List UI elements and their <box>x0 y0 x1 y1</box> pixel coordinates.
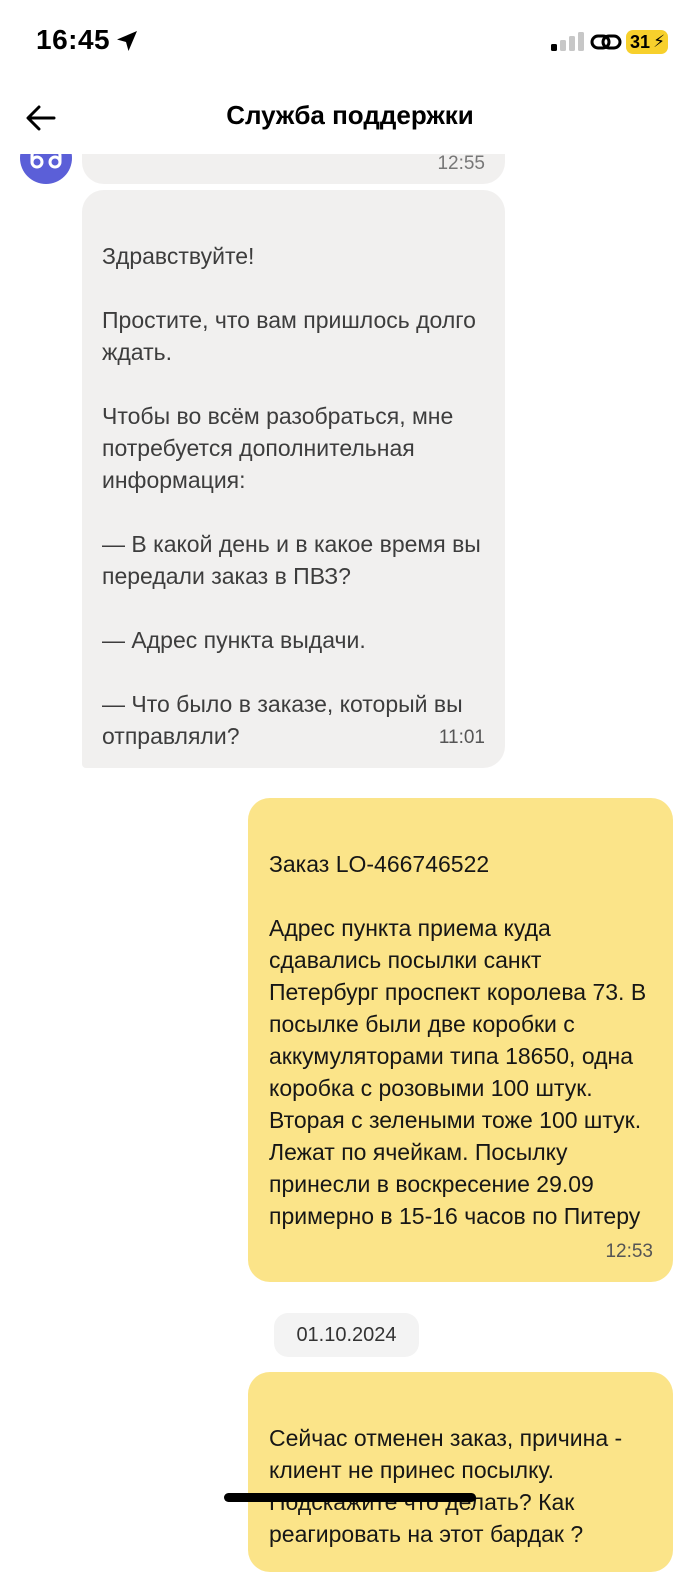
message-bubble-outgoing: Сейчас отменен заказ, причина - клиент н… <box>248 1372 673 1572</box>
message-bubble-outgoing: Заказ LO-466746522 Адрес пункта приема к… <box>248 798 673 1282</box>
personal-hotspot-icon <box>590 34 622 50</box>
message-bubble-incoming: Здравствуйте! Простите, что вам пришлось… <box>82 190 505 768</box>
date-separator: 01.10.2024 <box>274 1313 419 1357</box>
message-text: Заказ LO-466746522 Адрес пункта приема к… <box>269 851 647 1229</box>
charging-bolt-icon: ⚡ <box>653 32 665 51</box>
status-bar: 16:45 31 ⚡ <box>0 0 700 90</box>
battery-indicator: 31 ⚡ <box>626 30 668 54</box>
location-arrow-icon <box>117 31 137 51</box>
cellular-signal-icon <box>551 32 585 51</box>
message-time: 11:01 <box>438 727 485 748</box>
home-indicator[interactable] <box>224 1493 476 1502</box>
page-title: Служба поддержки <box>226 100 474 130</box>
message-text: Сейчас отменен заказ, причина - клиент н… <box>269 1425 623 1547</box>
status-time: 16:45 <box>36 24 111 55</box>
chat-header: Служба поддержки <box>0 90 700 154</box>
battery-level: 31 <box>630 32 651 52</box>
message-time: 12:53 <box>605 1241 653 1262</box>
message-text: Здравствуйте! Простите, что вам пришлось… <box>102 243 481 749</box>
